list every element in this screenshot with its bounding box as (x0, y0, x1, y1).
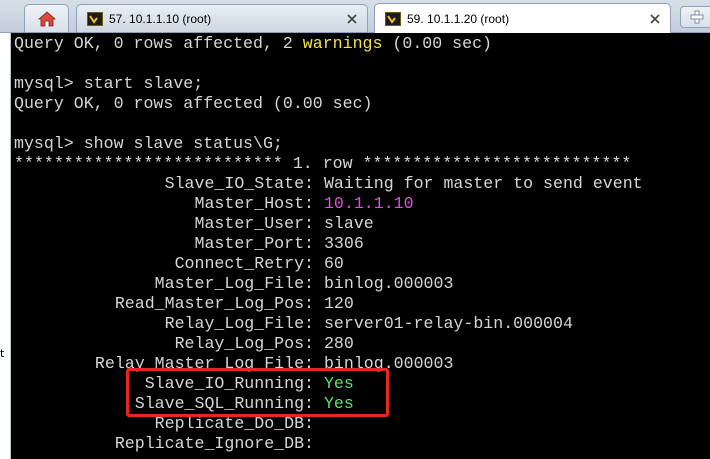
close-icon[interactable] (648, 12, 662, 26)
status-field-key: Relay_Log_File: (164, 314, 314, 333)
terminal-command: mysql> show slave status\G; (14, 134, 283, 153)
status-field-key: Master_Log_File: (154, 274, 314, 293)
status-field-key: Relay_Log_Pos: (174, 334, 314, 353)
status-field-value: server01-relay-bin.000004 (323, 314, 573, 333)
status-field-row: Replicate_Ignore_DB: (14, 434, 710, 454)
status-field-row: Slave_SQL_Running: Yes (14, 394, 710, 414)
status-field-key: Master_Host: (194, 194, 315, 213)
terminal-text: Query OK, 0 rows affected, 2 (14, 34, 303, 53)
status-field-row: Slave_IO_State: Waiting for master to se… (14, 174, 710, 194)
status-field-value: 3306 (323, 234, 364, 253)
terminal-command: mysql> start slave; (14, 74, 204, 93)
status-field-row: Master_Port: 3306 (14, 234, 710, 254)
status-field-key: Master_Port: (194, 234, 315, 253)
status-field-row: Connect_Retry: 60 (14, 254, 710, 274)
row-banner: *************************** 1. row *****… (14, 154, 632, 173)
clipped-text: t (0, 347, 5, 360)
status-field-value: 60 (323, 254, 344, 273)
status-field-key: Connect_Retry: (174, 254, 314, 273)
status-field-key: Slave_IO_State: (164, 174, 314, 193)
status-field-value: slave (323, 214, 374, 233)
new-tab-icon (690, 10, 704, 24)
status-field-key: Replicate_Do_DB: (154, 414, 314, 433)
terminal-tab-icon (87, 11, 103, 26)
status-field-value: 120 (323, 294, 354, 313)
status-field-value: Yes (323, 374, 354, 393)
status-field-row: Relay_Log_File: server01-relay-bin.00000… (14, 314, 710, 334)
tab-label: 57. 10.1.1.10 (root) (109, 11, 212, 26)
tab-session-59[interactable]: 59. 10.1.1.20 (root) (374, 3, 671, 33)
home-tab[interactable] (24, 4, 69, 32)
tab-bar: 57. 10.1.1.10 (root) 59. 10.1.1.20 (root… (0, 0, 710, 33)
status-field-row: Relay_Master_Log_File: binlog.000003 (14, 354, 710, 374)
status-field-key: Replicate_Ignore_DB: (114, 434, 314, 453)
status-field-value: binlog.000003 (323, 354, 454, 373)
status-field-key: Relay_Master_Log_File: (94, 354, 314, 373)
status-field-row: Slave_IO_Running: Yes (14, 374, 710, 394)
status-field-key: Slave_IO_Running: (144, 374, 314, 393)
terminal-line: Query OK, 0 rows affected (0.00 sec) (14, 94, 373, 113)
home-icon (37, 10, 56, 26)
status-field-value: binlog.000003 (323, 274, 454, 293)
status-field-value: Yes (323, 394, 354, 413)
status-field-value: 280 (323, 334, 354, 353)
terminal-window: 57. 10.1.1.10 (root) 59. 10.1.1.20 (root… (0, 0, 710, 459)
status-field-row: Master_Host: 10.1.1.10 (14, 194, 710, 214)
new-tab-button[interactable] (680, 6, 710, 28)
close-icon[interactable] (345, 12, 359, 26)
left-panel-strip: t (0, 33, 11, 459)
status-field-row: Master_User: slave (14, 214, 710, 234)
status-field-row: Read_Master_Log_Pos: 120 (14, 294, 710, 314)
status-field-value: Waiting for master to send event (323, 174, 643, 193)
terminal-tab-icon (385, 11, 401, 26)
slave-status-fields: Slave_IO_State: Waiting for master to se… (14, 174, 710, 454)
terminal-line: Query OK, 0 rows affected, 2 warnings (0… (14, 34, 710, 54)
status-field-key: Master_User: (194, 214, 315, 233)
tab-session-57[interactable]: 57. 10.1.1.10 (root) (76, 4, 368, 32)
status-field-row: Relay_Log_Pos: 280 (14, 334, 710, 354)
status-field-row: Master_Log_File: binlog.000003 (14, 274, 710, 294)
tab-label: 59. 10.1.1.20 (root) (407, 11, 510, 26)
status-field-row: Replicate_Do_DB: (14, 414, 710, 434)
status-field-key: Slave_SQL_Running: (134, 394, 314, 413)
terminal-output[interactable]: Query OK, 0 rows affected, 2 warnings (0… (11, 33, 710, 459)
warning-text: warnings (302, 34, 383, 53)
terminal-text: (0.00 sec) (382, 34, 492, 53)
status-field-value: 10.1.1.10 (323, 194, 414, 213)
status-field-key: Read_Master_Log_Pos: (114, 294, 314, 313)
